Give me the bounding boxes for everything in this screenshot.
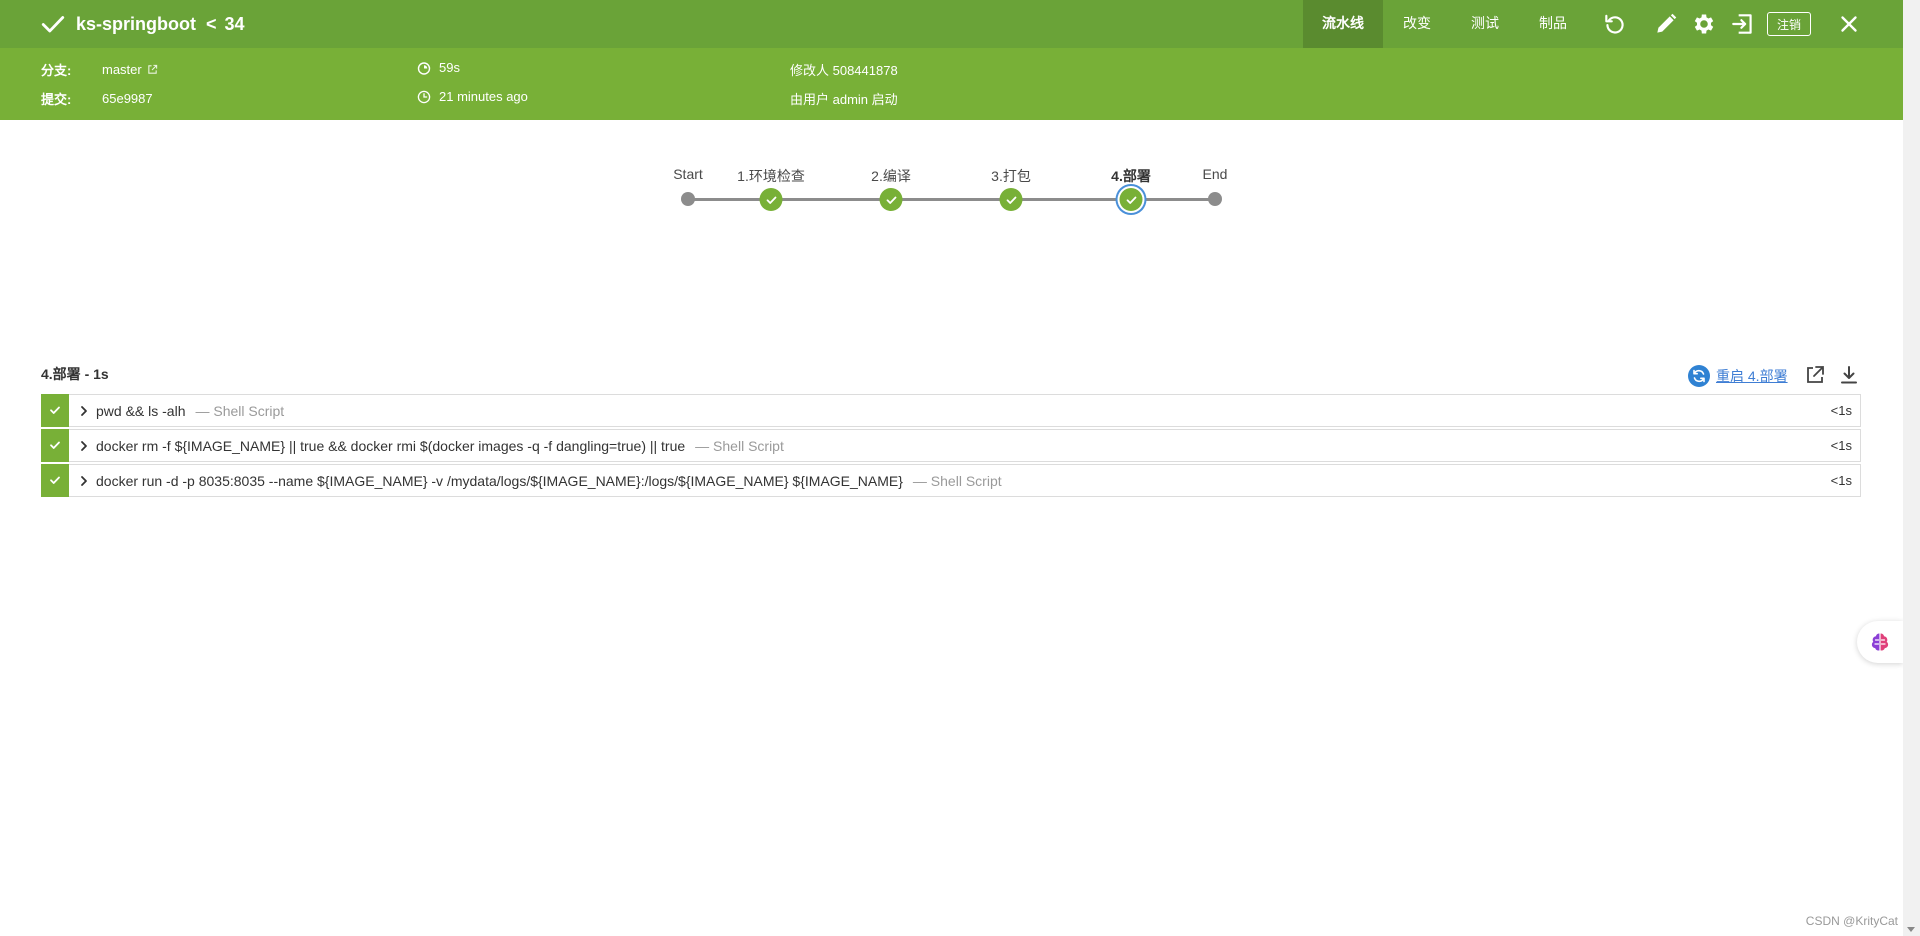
step-status-success bbox=[41, 463, 69, 497]
logout-button[interactable]: 注销 bbox=[1767, 12, 1812, 36]
run-title: ks-springboot < 34 bbox=[40, 0, 245, 48]
commit-meta: 提交: 65e9987 bbox=[41, 89, 153, 108]
stage-label-deploy[interactable]: 4.部署 bbox=[1111, 166, 1151, 186]
vertical-scrollbar[interactable] bbox=[1903, 0, 1920, 936]
branch-meta: 分支: master bbox=[41, 60, 158, 79]
changes-meta: 修改人 508441878 bbox=[790, 60, 898, 79]
stage-node-env-check[interactable] bbox=[759, 188, 783, 211]
chevron-right-icon[interactable] bbox=[77, 439, 91, 453]
stage-node-package[interactable] bbox=[999, 188, 1023, 211]
stage-node-compile[interactable] bbox=[879, 188, 903, 211]
close-icon[interactable] bbox=[1836, 11, 1862, 37]
tab-artifacts[interactable]: 制品 bbox=[1519, 0, 1587, 48]
commit-label: 提交: bbox=[41, 92, 72, 107]
top-bar: ks-springboot < 34 流水线 改变 测试 制品 注销 bbox=[0, 0, 1903, 48]
success-check-icon bbox=[41, 16, 65, 33]
start-node bbox=[681, 192, 695, 206]
step-duration: <1s bbox=[1830, 438, 1852, 453]
step-type: — Shell Script bbox=[195, 402, 285, 419]
started-by-meta: 由用户 admin 启动 bbox=[790, 89, 898, 108]
scroll-down-arrow-icon[interactable] bbox=[1907, 927, 1915, 932]
check-icon bbox=[50, 406, 60, 414]
external-link-icon[interactable] bbox=[147, 64, 158, 75]
changes-value: 修改人 508441878 bbox=[790, 63, 898, 78]
time-ago-value: 21 minutes ago bbox=[439, 89, 528, 104]
step-type: — Shell Script bbox=[912, 472, 1002, 489]
step-duration: <1s bbox=[1830, 473, 1852, 488]
check-icon bbox=[1006, 196, 1016, 204]
exit-icon[interactable] bbox=[1730, 11, 1756, 37]
open-in-new-icon[interactable] bbox=[1804, 364, 1826, 386]
step-row[interactable]: docker run -d -p 8035:8035 --name ${IMAG… bbox=[41, 463, 1861, 497]
check-icon bbox=[50, 441, 60, 449]
check-icon bbox=[886, 196, 896, 204]
step-command: docker run -d -p 8035:8035 --name ${IMAG… bbox=[96, 472, 903, 489]
started-by-value: 由用户 admin 启动 bbox=[790, 92, 898, 107]
branch-value[interactable]: master bbox=[102, 62, 142, 77]
stage-label-start: Start bbox=[673, 166, 703, 182]
brain-icon bbox=[1871, 633, 1889, 651]
clock-icon bbox=[417, 90, 431, 103]
check-icon bbox=[1126, 196, 1136, 204]
chevron-right-icon[interactable] bbox=[77, 404, 91, 418]
tab-pipeline[interactable]: 流水线 bbox=[1303, 0, 1383, 48]
restart-icon bbox=[1688, 365, 1710, 387]
run-meta-bar: 分支: master 提交: 65e9987 59s 21 minutes ag… bbox=[0, 48, 1903, 120]
watermark: CSDN @KrityCat bbox=[1805, 914, 1898, 928]
commit-value[interactable]: 65e9987 bbox=[102, 91, 153, 106]
edit-icon[interactable] bbox=[1653, 11, 1679, 37]
replay-icon[interactable] bbox=[1602, 11, 1628, 37]
step-duration: <1s bbox=[1830, 403, 1852, 418]
stage-label-compile[interactable]: 2.编译 bbox=[871, 166, 911, 186]
header-tabs: 流水线 改变 测试 制品 bbox=[1303, 0, 1587, 48]
download-icon[interactable] bbox=[1838, 364, 1860, 386]
gear-icon[interactable] bbox=[1691, 11, 1717, 37]
step-list: pwd && ls -alh — Shell Script <1s docker… bbox=[41, 393, 1861, 499]
chevron-left-icon: < bbox=[206, 13, 217, 34]
step-row[interactable]: docker rm -f ${IMAGE_NAME} || true && do… bbox=[41, 428, 1861, 462]
stage-detail-title: 4.部署 - 1s bbox=[41, 366, 109, 382]
time-meta: 21 minutes ago bbox=[417, 89, 528, 104]
restart-stage-button[interactable]: 重启 4.部署 bbox=[1688, 365, 1788, 387]
assistant-float-button[interactable] bbox=[1857, 621, 1903, 663]
stage-label-end: End bbox=[1202, 166, 1228, 182]
step-status-success bbox=[41, 393, 69, 427]
step-status-success bbox=[41, 428, 69, 462]
step-type: — Shell Script bbox=[695, 437, 784, 454]
tab-tests[interactable]: 测试 bbox=[1451, 0, 1519, 48]
pipeline-graph: Start 1.环境检查 2.编译 3.打包 4.部署 End bbox=[0, 150, 1903, 220]
tab-changes[interactable]: 改变 bbox=[1383, 0, 1451, 48]
run-number: 34 bbox=[224, 13, 245, 34]
branch-label: 分支: bbox=[41, 63, 72, 78]
step-command: pwd && ls -alh bbox=[96, 402, 186, 419]
chevron-right-icon[interactable] bbox=[77, 474, 91, 488]
pipeline-name[interactable]: ks-springboot bbox=[76, 14, 196, 35]
restart-stage-label[interactable]: 重启 4.部署 bbox=[1716, 366, 1788, 386]
step-row[interactable]: pwd && ls -alh — Shell Script <1s bbox=[41, 393, 1861, 427]
check-icon bbox=[50, 476, 60, 484]
stage-label-env-check[interactable]: 1.环境检查 bbox=[737, 166, 805, 186]
stage-node-deploy[interactable] bbox=[1119, 188, 1143, 211]
duration-meta: 59s bbox=[417, 60, 460, 75]
check-icon bbox=[766, 196, 776, 204]
stage-label-package[interactable]: 3.打包 bbox=[991, 166, 1031, 186]
stopwatch-icon bbox=[417, 61, 431, 75]
end-node bbox=[1208, 192, 1222, 206]
step-command: docker rm -f ${IMAGE_NAME} || true && do… bbox=[96, 437, 686, 454]
duration-value: 59s bbox=[439, 60, 460, 75]
